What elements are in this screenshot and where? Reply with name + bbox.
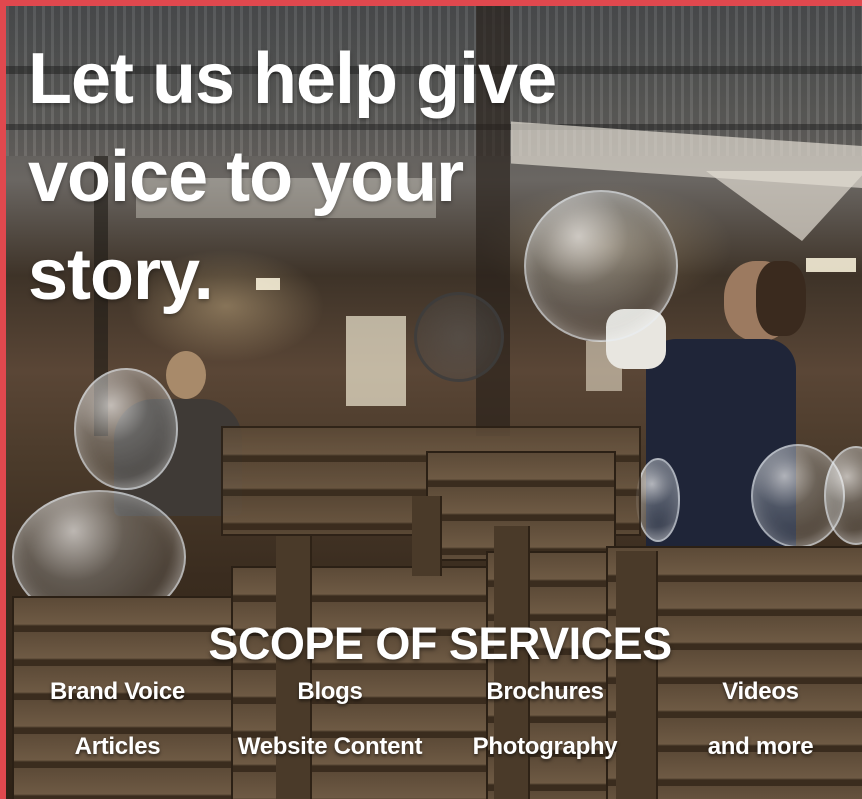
glass-globe bbox=[636, 458, 680, 542]
glass-globe bbox=[74, 368, 178, 490]
headline: Let us help give voice to your story. bbox=[28, 30, 668, 324]
headline-line-3: story. bbox=[28, 235, 214, 315]
window-light bbox=[346, 316, 406, 406]
hero-banner: Let us help give voice to your story. SC… bbox=[0, 0, 862, 799]
service-articles[interactable]: Articles bbox=[12, 729, 223, 765]
headline-line-1: Let us help give bbox=[28, 39, 557, 119]
service-website-content[interactable]: Website Content bbox=[223, 729, 437, 765]
services-list: Brand Voice Blogs Brochures Videos Artic… bbox=[12, 674, 862, 765]
service-brand-voice[interactable]: Brand Voice bbox=[12, 674, 223, 710]
service-blogs[interactable]: Blogs bbox=[223, 674, 437, 710]
headline-line-2: voice to your bbox=[28, 137, 464, 217]
service-videos[interactable]: Videos bbox=[653, 674, 862, 710]
crate-post bbox=[412, 496, 442, 576]
ceiling-light bbox=[806, 258, 856, 272]
scope-of-services-title: SCOPE OF SERVICES bbox=[208, 618, 672, 669]
service-photography[interactable]: Photography bbox=[437, 729, 653, 765]
service-brochures[interactable]: Brochures bbox=[437, 674, 653, 710]
hanging-tarp bbox=[706, 171, 862, 241]
service-and-more[interactable]: and more bbox=[653, 729, 862, 765]
